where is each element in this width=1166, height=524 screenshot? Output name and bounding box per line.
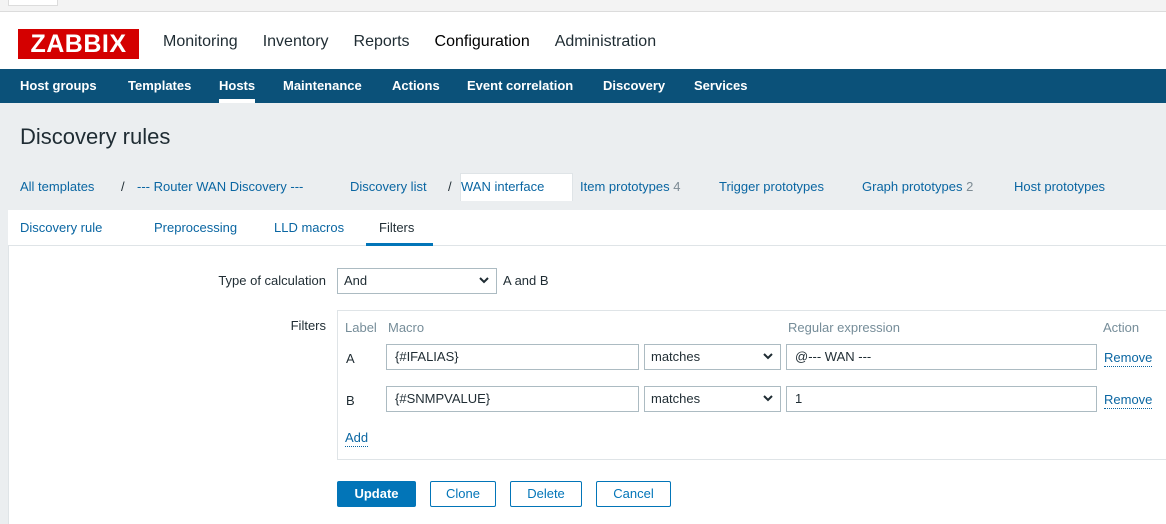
filters-table bbox=[337, 310, 1166, 460]
active-tab-indicator bbox=[366, 243, 433, 246]
breadcrumb-separator: / bbox=[121, 179, 125, 194]
sub-nav-actions[interactable]: Actions bbox=[392, 69, 440, 103]
breadcrumb-graph-prototypes[interactable]: Graph prototypes 2 bbox=[862, 179, 973, 195]
filters-label: Filters bbox=[290, 318, 326, 333]
filter-operator-select[interactable]: matches bbox=[644, 344, 781, 370]
filter-macro-input[interactable]: {#SNMPVALUE} bbox=[386, 386, 639, 412]
column-header-macro: Macro bbox=[388, 320, 425, 335]
breadcrumb-template[interactable]: --- Router WAN Discovery --- bbox=[137, 179, 303, 195]
sub-nav-templates[interactable]: Templates bbox=[128, 69, 191, 103]
filter-operator-select[interactable]: matches bbox=[644, 386, 781, 412]
main-nav: Monitoring Inventory Reports Configurati… bbox=[163, 32, 681, 52]
tab-discovery-rule[interactable]: Discovery rule bbox=[20, 220, 102, 236]
top-strip-tab bbox=[8, 0, 58, 6]
filter-row-label: A bbox=[346, 351, 355, 366]
breadcrumb-all-templates[interactable]: All templates bbox=[20, 179, 94, 195]
main-nav-reports[interactable]: Reports bbox=[354, 32, 410, 52]
filter-macro-input[interactable]: {#IFALIAS} bbox=[386, 344, 639, 370]
chevron-down-icon bbox=[479, 277, 489, 284]
zabbix-logo[interactable]: ZABBIX bbox=[18, 29, 139, 59]
breadcrumb-graph-prototypes-label: Graph prototypes bbox=[862, 179, 963, 194]
sub-nav-hosts[interactable]: Hosts bbox=[219, 69, 256, 103]
delete-button[interactable]: Delete bbox=[510, 481, 582, 507]
type-of-calculation-value: And bbox=[344, 273, 368, 288]
graph-prototypes-count: 2 bbox=[966, 179, 974, 194]
breadcrumb-item-prototypes[interactable]: Item prototypes 4 bbox=[580, 179, 680, 195]
type-of-calculation-label: Type of calculation bbox=[218, 273, 326, 288]
column-header-regex: Regular expression bbox=[788, 320, 901, 335]
add-filter-link[interactable]: Add bbox=[345, 430, 369, 447]
browser-top-strip bbox=[0, 0, 1166, 12]
sub-nav-host-groups[interactable]: Host groups bbox=[20, 69, 97, 103]
cancel-button[interactable]: Cancel bbox=[596, 481, 671, 507]
remove-filter-link[interactable]: Remove bbox=[1104, 392, 1153, 409]
breadcrumb-discovery-list[interactable]: Discovery list bbox=[350, 179, 427, 195]
column-header-action: Action bbox=[1103, 320, 1140, 335]
sub-nav-event-correlation[interactable]: Event correlation bbox=[467, 69, 573, 103]
item-prototypes-count: 4 bbox=[673, 179, 681, 194]
update-button[interactable]: Update bbox=[337, 481, 416, 507]
calculation-formula: A and B bbox=[503, 273, 549, 288]
sub-nav: Host groups Templates Hosts Maintenance … bbox=[0, 69, 1166, 103]
chevron-down-icon bbox=[763, 395, 773, 402]
breadcrumb-trigger-prototypes[interactable]: Trigger prototypes bbox=[719, 179, 824, 195]
remove-filter-link[interactable]: Remove bbox=[1104, 350, 1153, 367]
main-nav-configuration[interactable]: Configuration bbox=[435, 32, 530, 52]
filter-regex-input[interactable]: 1 bbox=[786, 386, 1097, 412]
breadcrumb-item-prototypes-label: Item prototypes bbox=[580, 179, 670, 194]
page-title: Discovery rules bbox=[20, 124, 171, 149]
tab-preprocessing[interactable]: Preprocessing bbox=[154, 220, 237, 236]
tab-lld-macros[interactable]: LLD macros bbox=[274, 220, 344, 236]
breadcrumb-current[interactable]: WAN interface bbox=[461, 179, 544, 195]
filter-regex-input[interactable]: @--- WAN --- bbox=[786, 344, 1097, 370]
main-nav-administration[interactable]: Administration bbox=[555, 32, 656, 52]
tab-bar: Discovery rule Preprocessing LLD macros … bbox=[8, 210, 1166, 246]
column-header-label: Label bbox=[345, 320, 377, 335]
filter-operator-value: matches bbox=[651, 349, 701, 364]
sub-nav-discovery[interactable]: Discovery bbox=[603, 69, 665, 103]
filter-row-label: B bbox=[346, 393, 355, 408]
sub-nav-services[interactable]: Services bbox=[694, 69, 748, 103]
main-header: ZABBIX Monitoring Inventory Reports Conf… bbox=[0, 12, 1166, 69]
main-nav-inventory[interactable]: Inventory bbox=[263, 32, 329, 52]
clone-button[interactable]: Clone bbox=[430, 481, 496, 507]
main-nav-monitoring[interactable]: Monitoring bbox=[163, 32, 238, 52]
type-of-calculation-select[interactable]: And bbox=[337, 268, 497, 294]
filter-operator-value: matches bbox=[651, 391, 701, 406]
breadcrumb-separator: / bbox=[448, 179, 452, 194]
chevron-down-icon bbox=[763, 353, 773, 360]
breadcrumb-host-prototypes[interactable]: Host prototypes bbox=[1014, 179, 1105, 195]
sub-nav-maintenance[interactable]: Maintenance bbox=[283, 69, 362, 103]
tab-filters[interactable]: Filters bbox=[379, 220, 414, 236]
